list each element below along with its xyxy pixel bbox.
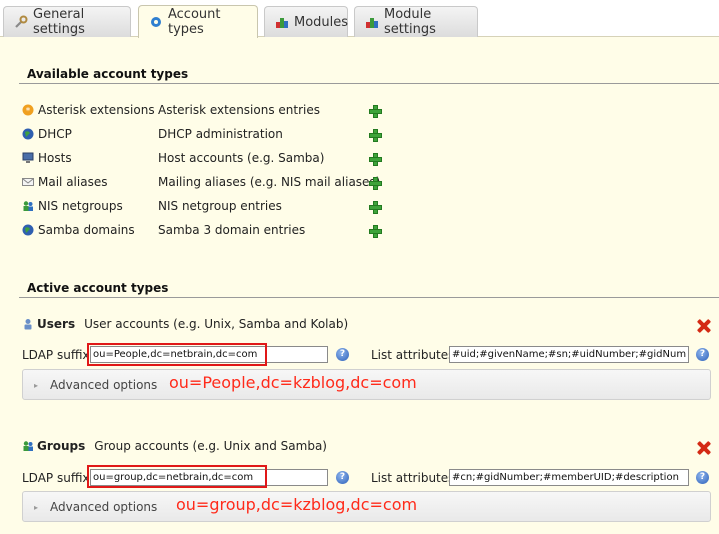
list-attributes-label: List attributes	[371, 471, 455, 485]
modules-icon	[365, 15, 379, 29]
annotation-text: ou=People,dc=kzblog,dc=com	[169, 373, 417, 392]
add-nis-netgroups-button[interactable]	[369, 201, 382, 214]
add-mail-aliases-button[interactable]	[369, 177, 382, 190]
expand-arrow-icon: ▸	[34, 381, 39, 390]
user-icon	[22, 318, 34, 330]
add-hosts-button[interactable]	[369, 153, 382, 166]
section-divider	[19, 83, 719, 84]
ldap-suffix-label: LDAP suffix	[22, 348, 90, 362]
available-type-samba-domains: Samba domains Samba 3 domain entries	[22, 221, 305, 239]
group-icon	[22, 440, 34, 452]
gear-icon	[149, 15, 163, 29]
available-type-nis-netgroups: NIS netgroups NIS netgroup entries	[22, 197, 282, 215]
annotation-text: ou=group,dc=kzblog,dc=com	[176, 495, 418, 514]
tab-label: General settings	[33, 7, 85, 37]
add-asterisk-button[interactable]	[369, 105, 382, 118]
asterisk-icon: *	[22, 104, 34, 117]
available-type-desc: Asterisk extensions entries	[158, 103, 320, 117]
available-type-name: Samba domains	[38, 223, 135, 237]
type-desc: Group accounts (e.g. Unix and Samba)	[94, 439, 327, 453]
help-icon[interactable]: ?	[336, 471, 349, 484]
available-type-name: Asterisk extensions	[38, 103, 155, 117]
add-dhcp-button[interactable]	[369, 129, 382, 142]
tab-modules[interactable]: Modules	[264, 6, 348, 37]
available-type-desc: Mailing aliases (e.g. NIS mail aliases)	[158, 175, 381, 189]
available-type-hosts: Hosts Host accounts (e.g. Samba)	[22, 149, 324, 167]
type-name: Groups	[37, 439, 86, 453]
type-name: Users	[37, 317, 76, 331]
groups-list-attributes-input[interactable]	[449, 469, 689, 486]
available-type-desc: DHCP administration	[158, 127, 283, 141]
active-types-title: Active account types	[27, 281, 169, 295]
expand-arrow-icon: ▸	[34, 503, 39, 512]
available-type-name: NIS netgroups	[38, 199, 123, 213]
help-icon[interactable]: ?	[696, 348, 709, 361]
advanced-options-label: Advanced options	[50, 500, 158, 514]
available-type-desc: Host accounts (e.g. Samba)	[158, 151, 325, 165]
list-attributes-label: List attributes	[371, 348, 455, 362]
type-desc: User accounts (e.g. Unix, Samba and Kola…	[84, 317, 349, 331]
help-icon[interactable]: ?	[336, 348, 349, 361]
available-types-title: Available account types	[27, 67, 189, 81]
users-type-header: Users User accounts (e.g. Unix, Samba an…	[22, 317, 348, 331]
groups-type-header: Groups Group accounts (e.g. Unix and Sam…	[22, 439, 327, 453]
group-icon	[22, 200, 34, 212]
account-types-panel: Available account types * Asterisk exten…	[0, 37, 719, 534]
users-list-attributes-input[interactable]	[449, 346, 689, 363]
ldap-suffix-label: LDAP suffix	[22, 471, 90, 485]
available-type-dhcp: DHCP DHCP administration	[22, 125, 283, 143]
tab-label: Account types	[168, 7, 221, 37]
available-type-asterisk: * Asterisk extensions Asterisk extension…	[22, 101, 320, 119]
available-type-desc: Samba 3 domain entries	[158, 223, 306, 237]
tab-bar: General settings Account types Modules M…	[0, 0, 719, 38]
available-type-desc: NIS netgroup entries	[158, 199, 282, 213]
available-type-name: DHCP	[38, 127, 72, 141]
svg-text:*: *	[26, 107, 31, 117]
tab-label: Modules	[294, 14, 349, 30]
tab-label: Module settings	[384, 7, 436, 37]
computer-icon	[22, 152, 34, 164]
users-ldap-suffix-input[interactable]	[90, 346, 328, 363]
wrench-icon	[14, 15, 28, 29]
tab-general-settings[interactable]: General settings	[3, 6, 131, 37]
help-icon[interactable]: ?	[696, 471, 709, 484]
modules-icon	[275, 15, 289, 29]
delete-users-button[interactable]	[697, 319, 711, 333]
globe-icon	[22, 128, 34, 140]
tab-account-types[interactable]: Account types	[138, 5, 258, 38]
section-divider	[19, 297, 719, 298]
mail-icon	[22, 176, 34, 188]
available-type-name: Mail aliases	[38, 175, 108, 189]
add-samba-domains-button[interactable]	[369, 225, 382, 238]
advanced-options-label: Advanced options	[50, 378, 158, 392]
delete-groups-button[interactable]	[697, 441, 711, 455]
available-type-name: Hosts	[38, 151, 72, 165]
tab-module-settings[interactable]: Module settings	[354, 6, 478, 37]
groups-ldap-suffix-input[interactable]	[90, 469, 328, 486]
globe-icon	[22, 224, 34, 236]
available-type-mail-aliases: Mail aliases Mailing aliases (e.g. NIS m…	[22, 173, 380, 191]
